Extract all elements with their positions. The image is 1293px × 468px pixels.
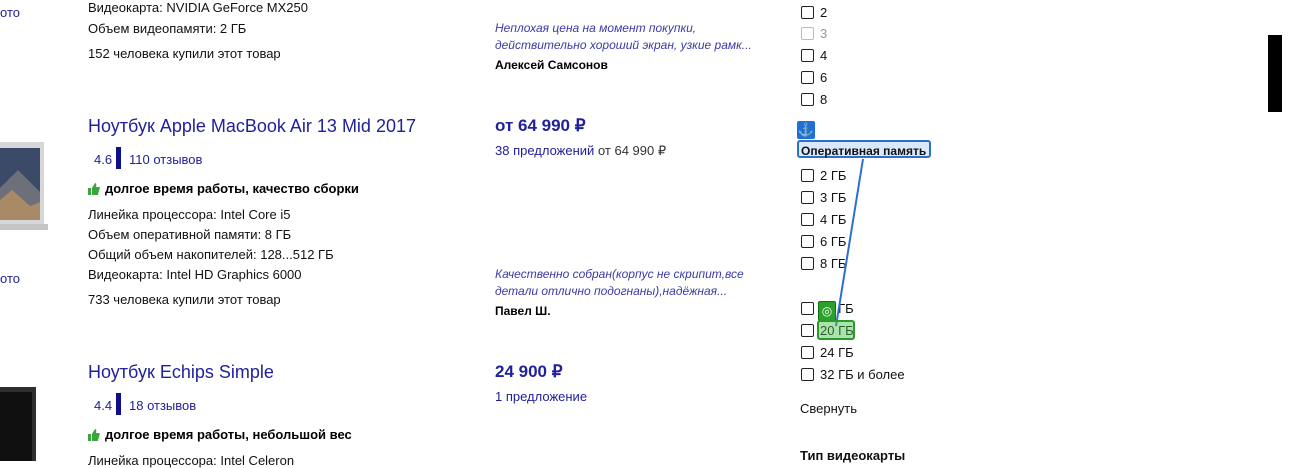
target-highlight bbox=[817, 320, 855, 340]
scrollbar-thumb[interactable] bbox=[1268, 35, 1282, 112]
connector-line bbox=[835, 158, 864, 327]
target-icon: ◎ bbox=[818, 301, 836, 321]
overlay-connector bbox=[835, 158, 864, 327]
